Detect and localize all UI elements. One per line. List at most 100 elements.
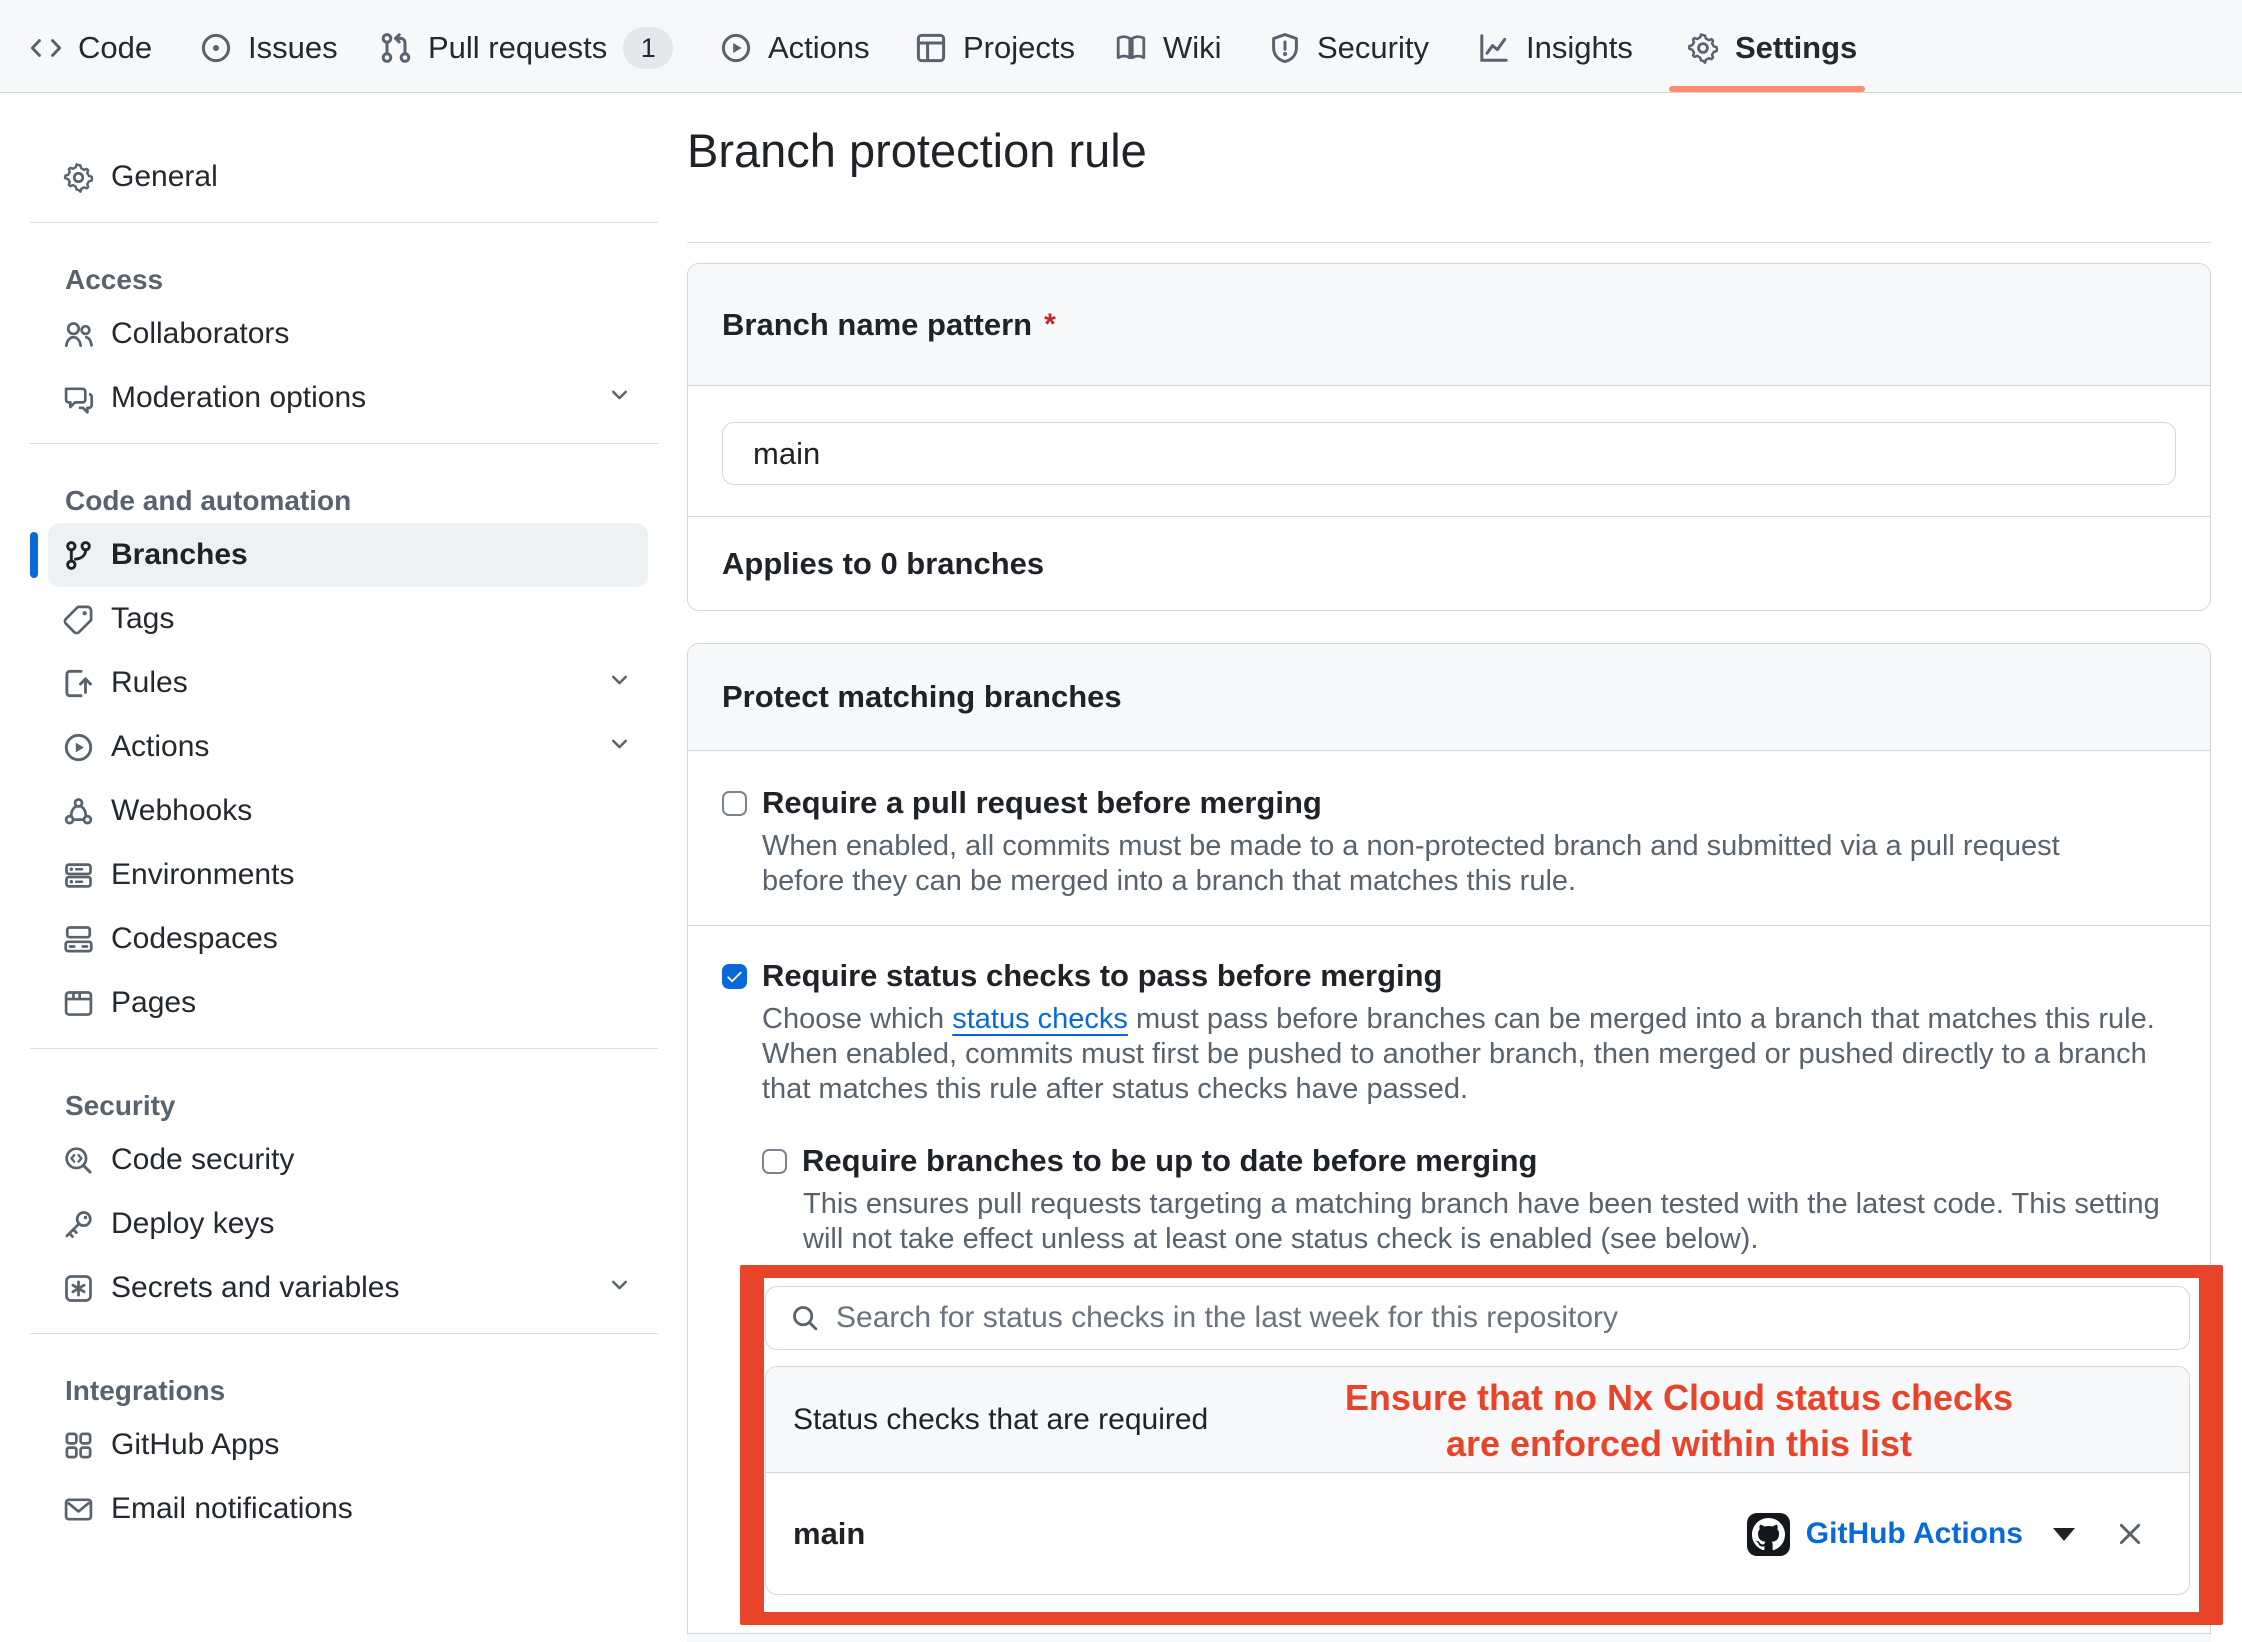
sidebar-item-deploy-keys[interactable]: Deploy keys (48, 1192, 648, 1256)
sidebar-item-label: Moderation options (111, 381, 366, 415)
sidebar-divider (30, 443, 658, 444)
git-branch-icon (63, 540, 94, 571)
sidebar-item-secrets-and-variables[interactable]: Secrets and variables (48, 1256, 648, 1320)
sidebar-item-label: Branches (111, 538, 248, 572)
description-text: Choose which (762, 1003, 944, 1035)
close-icon (2115, 1519, 2145, 1549)
sidebar-item-label: Secrets and variables (111, 1271, 400, 1305)
sidebar-item-codespaces[interactable]: Codespaces (48, 907, 648, 971)
sidebar-item-label: Environments (111, 858, 294, 892)
caret-down-icon[interactable] (2053, 1528, 2075, 1541)
sidebar-item-label: Pages (111, 986, 196, 1020)
chevron-down-icon (607, 1271, 632, 1305)
gear-icon (63, 162, 94, 193)
applies-to-branches-row: Applies to 0 branches (688, 516, 2210, 611)
sidebar-item-label: Webhooks (111, 794, 252, 828)
play-icon (63, 732, 94, 763)
status-checks-link[interactable]: status checks (952, 1003, 1128, 1035)
sidebar-section-access: Access (30, 236, 658, 302)
browser-icon (63, 988, 94, 1019)
chevron-down-icon (607, 666, 632, 700)
sidebar-item-environments[interactable]: Environments (48, 843, 648, 907)
chevron-down-icon (607, 730, 632, 764)
sidebar-divider (30, 1333, 658, 1334)
annotation-highlight-box: Search for status checks in the last wee… (740, 1265, 2223, 1625)
search-icon (790, 1303, 820, 1333)
sidebar-item-rules[interactable]: Rules (48, 651, 648, 715)
status-check-search-input[interactable]: Search for status checks in the last wee… (765, 1286, 2190, 1350)
asterisk-box-icon (63, 1273, 94, 1304)
sidebar-item-label: General (111, 160, 218, 194)
tab-code[interactable]: Code (30, 4, 152, 92)
required-asterisk: * (1044, 308, 1056, 342)
require-status-checks-checkbox[interactable] (722, 964, 747, 989)
require-up-to-date-section: Require branches to be up to date before… (762, 1141, 2176, 1257)
title-divider (687, 242, 2211, 243)
require-status-checks-label: Require status checks to pass before mer… (762, 958, 1443, 994)
sidebar-divider (30, 1048, 658, 1049)
require-up-to-date-checkbox[interactable] (762, 1149, 787, 1174)
status-check-row: main GitHub Actions (766, 1473, 2189, 1595)
require-pull-request-description: When enabled, all commits must be made t… (762, 829, 2092, 899)
required-status-checks-list: Status checks that are required Ensure t… (765, 1366, 2190, 1595)
sidebar-item-label: Collaborators (111, 317, 289, 351)
github-logo (1747, 1513, 1790, 1556)
status-checks-list-header-text: Status checks that are required (793, 1403, 1208, 1437)
github-actions-app-link[interactable]: GitHub Actions (1806, 1517, 2023, 1551)
protect-matching-branches-card: Protect matching branches Require a pull… (687, 643, 2211, 1642)
git-pull-request-icon (380, 32, 412, 64)
sidebar-item-github-apps[interactable]: GitHub Apps (48, 1413, 648, 1477)
comment-discussion-icon (63, 383, 94, 414)
sidebar-item-collaborators[interactable]: Collaborators (48, 302, 648, 366)
tab-label: Code (78, 30, 152, 66)
issue-opened-icon (200, 32, 232, 64)
sidebar-item-label: Code security (111, 1143, 294, 1177)
sidebar-item-label: Codespaces (111, 922, 278, 956)
tab-label: Pull requests (428, 30, 607, 66)
sidebar-divider (30, 222, 658, 223)
branch-name-pattern-body (688, 386, 2210, 516)
require-status-checks-section: Require status checks to pass before mer… (688, 926, 2210, 1625)
chevron-down-icon (607, 381, 632, 415)
sidebar-section-integrations: Integrations (30, 1347, 658, 1413)
github-settings-page: Code Issues Pull requests 1 Actions Proj… (0, 0, 2242, 1642)
sidebar-item-code-security[interactable]: Code security (48, 1128, 648, 1192)
sidebar-item-webhooks[interactable]: Webhooks (48, 779, 648, 843)
server-icon (63, 860, 94, 891)
mail-icon (63, 1494, 94, 1525)
sidebar-item-pages[interactable]: Pages (48, 971, 648, 1035)
status-checks-list-header: Status checks that are required (766, 1367, 2189, 1473)
branch-name-pattern-input[interactable] (722, 422, 2176, 485)
sidebar-item-branches[interactable]: Branches (48, 523, 648, 587)
octocat-icon (1752, 1518, 1785, 1551)
require-status-checks-description: Choose which status checks must pass bef… (762, 1002, 2174, 1107)
check-icon (725, 967, 744, 986)
remove-status-check-button[interactable] (2115, 1519, 2145, 1549)
branch-name-pattern-label: Branch name pattern (722, 307, 1032, 343)
tag-icon (63, 604, 94, 635)
require-pull-request-checkbox[interactable] (722, 791, 747, 816)
sidebar-item-tags[interactable]: Tags (48, 587, 648, 651)
sidebar-item-moderation-options[interactable]: Moderation options (48, 366, 648, 430)
apps-icon (63, 1430, 94, 1461)
require-up-to-date-description: This ensures pull requests targeting a m… (803, 1187, 2176, 1257)
sidebar-item-label: Actions (111, 730, 209, 764)
sidebar-item-actions[interactable]: Actions (48, 715, 648, 779)
next-section-header-partial (687, 1633, 2211, 1642)
main-content: Branch protection rule Branch name patte… (687, 0, 2211, 1642)
tab-issues[interactable]: Issues (200, 4, 338, 92)
webhook-icon (63, 796, 94, 827)
codescan-icon (63, 1145, 94, 1176)
settings-sidebar: General Access Collaborators Moderation … (30, 145, 658, 1541)
page-title: Branch protection rule (687, 120, 1147, 182)
sidebar-item-label: Rules (111, 666, 188, 700)
tab-pull-requests[interactable]: Pull requests 1 (380, 4, 673, 92)
sidebar-item-email-notifications[interactable]: Email notifications (48, 1477, 648, 1541)
codespaces-icon (63, 924, 94, 955)
search-placeholder: Search for status checks in the last wee… (836, 1301, 1618, 1335)
sidebar-section-code-and-automation: Code and automation (30, 457, 658, 523)
sidebar-item-label: Deploy keys (111, 1207, 274, 1241)
require-pull-request-section: Require a pull request before merging Wh… (688, 751, 2210, 926)
sidebar-item-general[interactable]: General (48, 145, 648, 209)
sidebar-item-label: GitHub Apps (111, 1428, 279, 1462)
